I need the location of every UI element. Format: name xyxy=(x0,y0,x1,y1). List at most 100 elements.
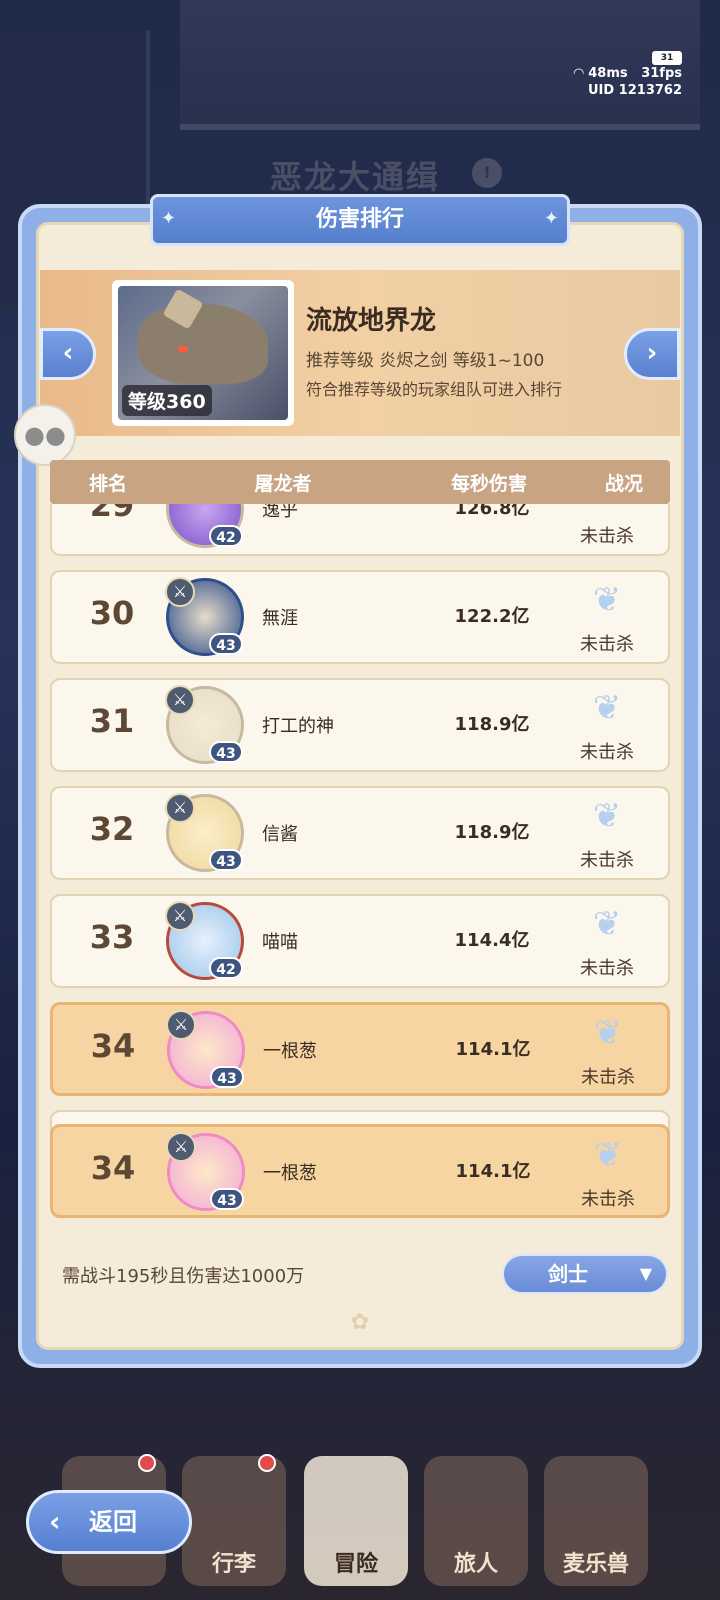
player-level: 43 xyxy=(210,1066,244,1088)
boss-note: 符合推荐等级的玩家组队可进入排行 xyxy=(306,380,563,399)
boss-portrait[interactable]: 等级360 xyxy=(112,280,294,426)
chevron-left-icon: ‹ xyxy=(62,338,74,368)
row-rank: 31 xyxy=(89,702,135,740)
prev-boss-button[interactable]: ‹ xyxy=(40,328,96,380)
player-level: 43 xyxy=(209,741,243,763)
battery-icon: 31 xyxy=(652,51,682,65)
player-name: 一根葱 xyxy=(263,1163,317,1184)
table-row[interactable]: 29 42 逸乎 126.8亿 ❦ 未击杀 xyxy=(50,504,670,556)
help-icon: ! xyxy=(472,158,502,188)
table-row[interactable]: 32 ⚔ 43 信酱 118.9亿 ❦ 未击杀 xyxy=(50,786,670,880)
requirement-note: 需战斗195秒且伤害达1000万 xyxy=(62,1266,305,1287)
player-level: 43 xyxy=(209,849,243,871)
pinned-self-row[interactable]: 34 ⚔ 43 一根葱 114.1亿 ❦ 未击杀 xyxy=(50,1124,670,1218)
boss-recommend: 推荐等级 炎烬之剑 等级1~100 xyxy=(306,351,545,371)
sword-icon: ⚔ xyxy=(166,1010,196,1040)
player-avatar[interactable]: ⚔ 43 xyxy=(166,1132,245,1211)
row-rank: 34 xyxy=(90,1149,136,1187)
table-row-self[interactable]: 34 ⚔ 43 一根葱 114.1亿 ❦ 未击杀 xyxy=(50,1002,670,1096)
kill-status: 未击杀 xyxy=(580,850,634,871)
player-dps: 114.1亿 xyxy=(455,1039,531,1060)
player-name: 信酱 xyxy=(262,824,298,845)
kill-status: 未击杀 xyxy=(581,1067,635,1088)
dragon-icon: ❦ xyxy=(592,688,622,728)
header-dps: 每秒伤害 xyxy=(450,472,527,495)
dragon-icon: ❦ xyxy=(580,504,634,514)
chat-icon: ●● xyxy=(24,421,66,449)
player-name: 一根葱 xyxy=(263,1041,317,1062)
kill-status: 未击杀 xyxy=(580,526,634,547)
table-row[interactable]: 31 ⚔ 43 打工的神 118.9亿 ❦ 未击杀 xyxy=(50,678,670,772)
dragon-icon: ❦ xyxy=(593,1135,623,1175)
player-avatar[interactable]: ⚔ 43 xyxy=(165,685,244,764)
status-overlay: 31 ◠ 48ms 31fps UID 1213762 xyxy=(574,48,682,99)
player-avatar[interactable]: ⚔ 43 xyxy=(165,577,244,656)
player-avatar[interactable]: ⚔ 43 xyxy=(165,793,244,872)
kill-status: 未击杀 xyxy=(580,742,634,763)
boss-level-badge: 等级360 xyxy=(122,385,212,416)
chevron-right-icon: › xyxy=(646,338,658,368)
nav-luggage[interactable]: 行李 xyxy=(182,1456,286,1586)
player-level: 42 xyxy=(209,525,243,547)
row-rank: 34 xyxy=(90,1027,136,1065)
uid-label: UID 1213762 xyxy=(587,83,682,98)
player-avatar[interactable]: ⚔ 42 xyxy=(165,901,244,980)
row-rank: 33 xyxy=(89,918,135,956)
header-rank: 排名 xyxy=(88,472,127,495)
chat-button[interactable]: ●● xyxy=(14,404,76,466)
ranking-list[interactable]: 29 42 逸乎 126.8亿 ❦ 未击杀 30 ⚔ 43 無涯 122.2亿 ❦… xyxy=(50,504,670,1238)
next-boss-button[interactable]: › xyxy=(624,328,680,380)
boss-name: 流放地界龙 xyxy=(306,306,437,336)
kill-status: 未击杀 xyxy=(580,634,634,655)
sword-icon: ⚔ xyxy=(165,685,195,715)
sword-icon: ⚔ xyxy=(166,1132,196,1162)
sword-icon: ⚔ xyxy=(165,577,195,607)
back-label: 返回 xyxy=(89,1508,137,1536)
table-header: 排名 屠龙者 每秒伤害 战况 xyxy=(50,460,670,504)
table-row[interactable]: 30 ⚔ 43 無涯 122.2亿 ❦ 未击杀 xyxy=(50,570,670,664)
sword-icon: ⚔ xyxy=(165,901,195,931)
notification-dot xyxy=(258,1454,276,1472)
player-dps: 122.2亿 xyxy=(454,606,530,627)
wifi-icon: ◠ xyxy=(573,66,589,81)
header-player: 屠龙者 xyxy=(254,472,312,495)
player-avatar[interactable]: 42 xyxy=(166,504,244,548)
nav-pets[interactable]: 麦乐兽 xyxy=(544,1456,648,1586)
back-button[interactable]: ‹ 返回 xyxy=(26,1490,192,1554)
row-rank: 29 xyxy=(89,504,135,524)
nav-travelers[interactable]: 旅人 xyxy=(424,1456,528,1586)
table-row[interactable]: 33 ⚔ 42 喵喵 114.4亿 ❦ 未击杀 xyxy=(50,894,670,988)
sword-icon: ⚔ xyxy=(165,793,195,823)
network-latency: 48ms xyxy=(588,66,628,81)
row-rank: 32 xyxy=(89,810,135,848)
panel-title: 伤害排行 xyxy=(150,194,570,246)
panel-ornament-icon: ✿ xyxy=(350,1310,370,1335)
background-title: 恶龙大通缉 xyxy=(270,158,441,196)
player-dps: 114.1亿 xyxy=(455,1161,531,1182)
player-dps: 114.4亿 xyxy=(454,930,530,951)
class-dropdown-value: 剑士 xyxy=(548,1262,588,1286)
player-dps: 118.9亿 xyxy=(454,714,530,735)
player-name: 喵喵 xyxy=(262,932,298,953)
dragon-icon: ❦ xyxy=(592,796,622,836)
fps-counter: 31fps xyxy=(641,66,682,81)
player-name: 逸乎 xyxy=(262,504,298,521)
class-dropdown[interactable]: 剑士 ▼ xyxy=(502,1254,668,1294)
dragon-icon: ❦ xyxy=(592,904,622,944)
row-rank: 30 xyxy=(89,594,135,632)
kill-status: 未击杀 xyxy=(580,958,634,979)
player-name: 無涯 xyxy=(262,608,298,629)
boss-image: 等级360 xyxy=(118,286,288,420)
nav-adventure[interactable]: 冒险 xyxy=(304,1456,408,1586)
player-dps: 118.9亿 xyxy=(454,822,530,843)
player-name: 打工的神 xyxy=(262,716,334,737)
player-level: 43 xyxy=(209,633,243,655)
kill-status: 未击杀 xyxy=(581,1189,635,1210)
player-dps: 126.8亿 xyxy=(454,504,530,519)
header-status: 战况 xyxy=(604,472,643,495)
dragon-icon: ❦ xyxy=(593,1013,623,1053)
player-avatar[interactable]: ⚔ 43 xyxy=(166,1010,245,1089)
notification-dot xyxy=(138,1454,156,1472)
player-level: 42 xyxy=(209,957,243,979)
dragon-icon: ❦ xyxy=(592,580,622,620)
